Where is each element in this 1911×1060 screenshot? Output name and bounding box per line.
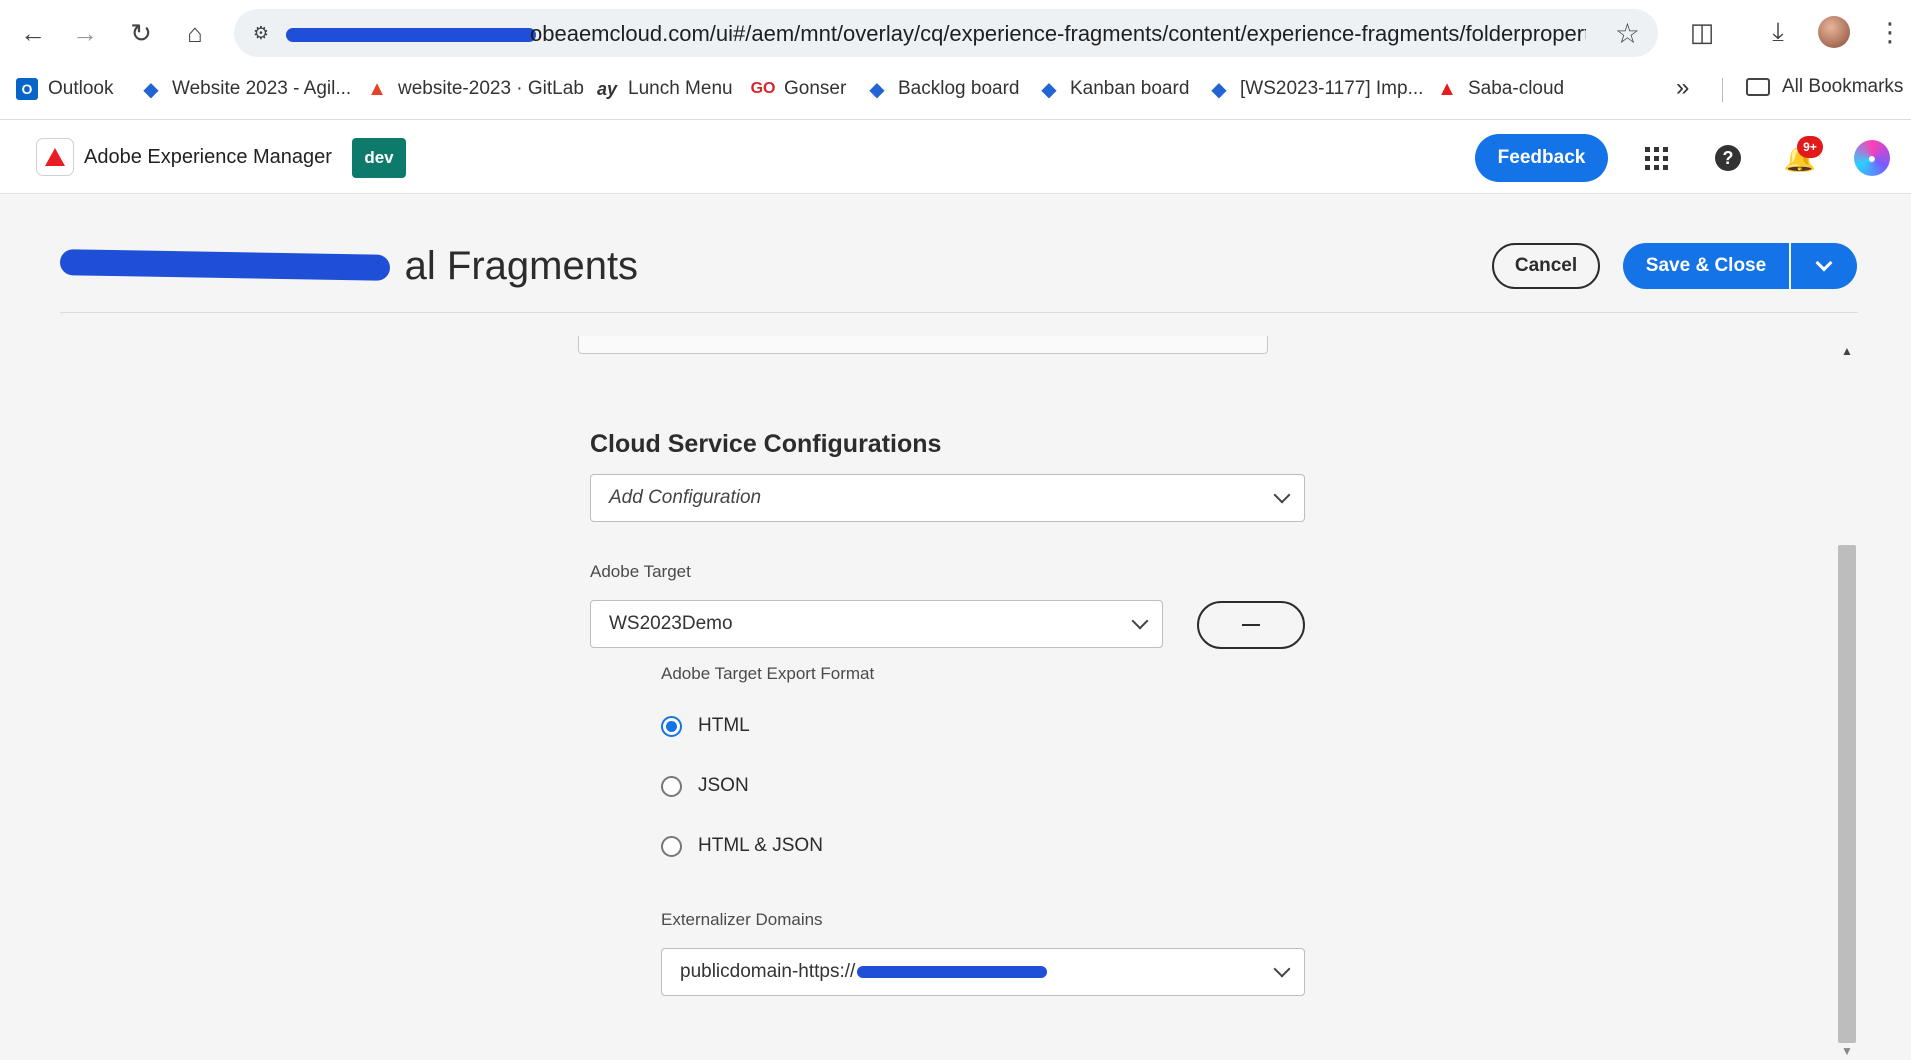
help-icon[interactable]: ? — [1712, 142, 1744, 174]
site-info-icon[interactable]: ⚙ — [248, 20, 274, 46]
gonser-icon: GO — [750, 80, 776, 97]
partial-field-above[interactable] — [578, 336, 1268, 354]
bookmark-star-icon[interactable]: ☆ — [1615, 17, 1640, 50]
feedback-button[interactable]: Feedback — [1475, 134, 1608, 182]
browser-menu-icon[interactable]: ⋮ — [1872, 14, 1908, 50]
bookmark-ws2023-1177[interactable]: ◆ [WS2023-1177] Imp... — [1208, 76, 1423, 102]
externalizer-label: Externalizer Domains — [661, 910, 823, 929]
bookmark-outlook[interactable]: O Outlook — [16, 76, 113, 102]
radio-json[interactable]: JSON — [661, 775, 749, 797]
jira-icon: ◆ — [869, 78, 885, 101]
home-icon[interactable]: ⌂ — [174, 12, 216, 54]
radio-button[interactable] — [661, 775, 682, 797]
jira-icon: ◆ — [1041, 78, 1057, 101]
bookmark-lunch-menu[interactable]: ay Lunch Menu — [596, 76, 733, 102]
browser-toolbar: ← → ↻ ⌂ ⚙ obeaemcloud.com/ui#/aem/mnt/ov… — [0, 0, 1911, 120]
radio-html-json[interactable]: HTML & JSON — [661, 835, 823, 857]
scroll-down-icon[interactable]: ▼ — [1841, 1044, 1853, 1058]
bookmark-gitlab[interactable]: ▲ website-2023 · GitLab — [366, 76, 584, 102]
notification-count-badge: 9+ — [1797, 136, 1823, 158]
adobe-logo-icon[interactable] — [36, 138, 74, 176]
minus-icon — [1242, 624, 1260, 626]
bookmarks-divider — [1722, 78, 1723, 102]
more-bookmarks-icon[interactable]: » — [1676, 74, 1689, 102]
radio-button[interactable] — [661, 835, 682, 857]
adobe-target-label: Adobe Target — [590, 562, 691, 581]
title-divider — [60, 312, 1858, 313]
environment-badge: dev — [352, 138, 406, 178]
back-icon[interactable]: ← — [12, 12, 54, 54]
profile-avatar[interactable] — [1818, 16, 1850, 48]
bookmark-gonser[interactable]: GO Gonser — [750, 76, 847, 102]
jira-icon: ◆ — [143, 78, 159, 101]
download-icon[interactable]: ⤓ — [1760, 14, 1796, 50]
gitlab-icon: ▲ — [367, 77, 387, 100]
user-avatar[interactable]: ● — [1854, 140, 1890, 176]
domain-redaction — [857, 966, 1048, 978]
cancel-button[interactable]: Cancel — [1492, 243, 1600, 289]
export-format-label: Adobe Target Export Format — [661, 664, 875, 683]
outlook-icon: O — [16, 78, 38, 100]
bookmark-saba-cloud[interactable]: ▲ Saba-cloud — [1436, 76, 1564, 102]
save-close-button[interactable]: Save & Close — [1623, 243, 1789, 289]
bookmark-kanban-board[interactable]: ◆ Kanban board — [1038, 76, 1189, 102]
lunch-icon: ay — [596, 78, 618, 99]
radio-html[interactable]: HTML — [661, 715, 750, 737]
adobe-icon: ▲ — [1437, 77, 1457, 100]
reload-icon[interactable]: ↻ — [120, 12, 162, 54]
bookmark-backlog-board[interactable]: ◆ Backlog board — [866, 76, 1019, 102]
forward-icon[interactable]: → — [64, 12, 106, 54]
radio-button-checked[interactable] — [661, 715, 682, 737]
chevron-down-icon — [1815, 254, 1833, 272]
chevron-down-icon — [1131, 612, 1149, 630]
all-bookmarks-button[interactable]: All Bookmarks — [1746, 76, 1903, 98]
jira-icon: ◆ — [1211, 78, 1227, 101]
url-text[interactable]: obeaemcloud.com/ui#/aem/mnt/overlay/cq/e… — [286, 21, 1586, 47]
externalizer-domain-select[interactable]: publicdomain-https:// — [661, 948, 1305, 996]
remove-configuration-button[interactable] — [1197, 601, 1305, 649]
save-options-dropdown[interactable] — [1791, 243, 1857, 289]
adobe-target-select[interactable]: WS2023Demo — [590, 600, 1163, 648]
scroll-up-icon[interactable]: ▲ — [1841, 344, 1853, 358]
bookmarks-bar: O Outlook ◆ Website 2023 - Agil... ▲ websit… — [0, 68, 1911, 110]
aem-header: Adobe Experience Manager dev Feedback ? … — [0, 120, 1911, 194]
chevron-down-icon — [1273, 486, 1291, 504]
folder-icon — [1746, 78, 1770, 96]
add-configuration-select[interactable]: Add Configuration — [590, 474, 1305, 522]
url-redaction — [286, 28, 536, 43]
extensions-icon[interactable]: ◫ — [1684, 14, 1720, 50]
bookmark-website-2023-agile[interactable]: ◆ Website 2023 - Agil... — [140, 76, 351, 102]
scrollbar-thumb[interactable] — [1838, 545, 1856, 1043]
address-bar[interactable]: ⚙ obeaemcloud.com/ui#/aem/mnt/overlay/cq… — [234, 9, 1658, 57]
apps-grid-icon[interactable] — [1640, 142, 1672, 174]
product-name[interactable]: Adobe Experience Manager — [84, 146, 332, 169]
chevron-down-icon — [1273, 960, 1291, 978]
cloud-config-heading: Cloud Service Configurations — [590, 430, 942, 458]
